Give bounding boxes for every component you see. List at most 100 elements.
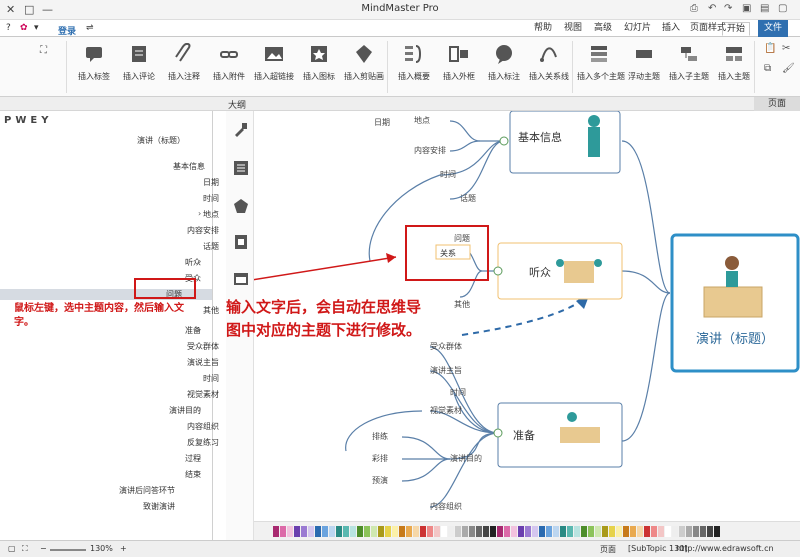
layout-icon[interactable]: ⛶ — [40, 45, 47, 56]
help-icon[interactable]: ? — [6, 23, 11, 33]
color-swatch[interactable] — [630, 526, 636, 537]
outline-item[interactable]: 视觉素材 — [187, 389, 219, 400]
page-panel-tab[interactable]: 页面 — [754, 97, 800, 111]
expand-chevron-icon[interactable]: › — [198, 209, 201, 218]
color-swatch[interactable] — [574, 526, 580, 537]
color-swatch[interactable] — [511, 526, 517, 537]
insert-subtopic-button[interactable]: 插入子主题 — [667, 43, 711, 93]
share-icon[interactable]: ⇌ — [86, 23, 94, 33]
color-swatch[interactable] — [651, 526, 657, 537]
color-swatch[interactable] — [686, 526, 692, 537]
color-swatch[interactable] — [637, 526, 643, 537]
outline-item[interactable]: 时间 — [203, 193, 219, 204]
expand-chevron-icon[interactable]: › — [198, 161, 201, 170]
color-swatch[interactable] — [693, 526, 699, 537]
color-swatch[interactable] — [700, 526, 706, 537]
insert-note-button[interactable]: 插入注释 — [162, 43, 206, 93]
insert-multiple-topics-button[interactable]: 插入多个主题 — [577, 43, 625, 93]
insert-boundary-button[interactable]: 插入外框 — [437, 43, 481, 93]
color-swatch[interactable] — [357, 526, 363, 537]
outline-item[interactable]: 地点 — [203, 209, 219, 220]
insert-callout-button[interactable]: 插入标注 — [482, 43, 526, 93]
expand-chevron-icon[interactable]: › — [198, 325, 201, 334]
color-swatch[interactable] — [392, 526, 398, 537]
login-link[interactable]: 登录 — [58, 24, 76, 37]
tab-page-style[interactable]: 页面样式 — [686, 22, 730, 36]
color-swatch[interactable] — [707, 526, 713, 537]
color-swatch[interactable] — [623, 526, 629, 537]
color-swatch[interactable] — [602, 526, 608, 537]
expand-chevron-icon[interactable]: › — [198, 469, 201, 478]
outline-item[interactable]: 时间 — [203, 373, 219, 384]
color-swatch[interactable] — [406, 526, 412, 537]
color-swatch[interactable] — [679, 526, 685, 537]
outline-item[interactable]: 其他 — [203, 305, 219, 316]
palette-swatches[interactable] — [254, 522, 800, 541]
zoom-in-icon[interactable]: + — [120, 544, 127, 553]
color-swatch[interactable] — [595, 526, 601, 537]
outline-item[interactable]: 话题 — [203, 241, 219, 252]
color-swatch[interactable] — [434, 526, 440, 537]
color-swatch[interactable] — [315, 526, 321, 537]
color-swatch[interactable] — [329, 526, 335, 537]
color-swatch[interactable] — [525, 526, 531, 537]
color-swatch[interactable] — [518, 526, 524, 537]
color-swatch[interactable] — [616, 526, 622, 537]
outline-item[interactable]: 演讲后问答环节 — [119, 485, 175, 496]
expand-chevron-icon[interactable]: › — [198, 405, 201, 414]
insert-icon-button[interactable]: 插入图标 — [297, 43, 341, 93]
tab-advanced[interactable]: 高级 — [590, 22, 616, 36]
color-swatch[interactable] — [714, 526, 720, 537]
expand-chevron-icon[interactable]: › — [198, 453, 201, 462]
outline-item[interactable]: 内容安排 — [187, 225, 219, 236]
floating-topic-button[interactable]: 浮动主题 — [622, 43, 666, 93]
fit-page-icon[interactable]: ▢ — [8, 544, 16, 553]
color-swatch[interactable] — [588, 526, 594, 537]
color-swatch[interactable] — [539, 526, 545, 537]
color-swatch[interactable] — [350, 526, 356, 537]
print-icon[interactable]: ⎙ — [690, 3, 698, 14]
color-swatch[interactable] — [665, 526, 671, 537]
color-swatch[interactable] — [546, 526, 552, 537]
outline-item[interactable]: 日期 — [203, 177, 219, 188]
color-swatch[interactable] — [371, 526, 377, 537]
cut-icon[interactable]: ✂ — [782, 43, 790, 54]
tab-file[interactable]: 文件 — [758, 20, 789, 37]
color-swatch[interactable] — [581, 526, 587, 537]
copy-icon[interactable]: ⧉ — [764, 63, 771, 74]
outline-item[interactable]: 内容组织 — [187, 421, 219, 432]
color-swatch[interactable] — [273, 526, 279, 537]
redo-icon[interactable]: ↷ — [724, 3, 732, 14]
color-swatch[interactable] — [497, 526, 503, 537]
format-painter-icon[interactable]: 🖌 — [782, 63, 795, 74]
color-swatch[interactable] — [287, 526, 293, 537]
color-swatch[interactable] — [504, 526, 510, 537]
color-swatch[interactable] — [560, 526, 566, 537]
color-swatch[interactable] — [567, 526, 573, 537]
color-swatch[interactable] — [294, 526, 300, 537]
tab-slides[interactable]: 幻灯片 — [620, 22, 655, 36]
color-swatch[interactable] — [441, 526, 447, 537]
color-swatch[interactable] — [532, 526, 538, 537]
insert-tag-button[interactable]: 插入标签 — [72, 43, 116, 93]
format-brush-icon[interactable] — [232, 121, 250, 139]
expand-chevron-icon[interactable]: › — [198, 257, 201, 266]
color-swatch[interactable] — [280, 526, 286, 537]
undo-icon[interactable]: ↶ — [708, 3, 716, 14]
pentagon-icon[interactable] — [232, 197, 250, 215]
status-url[interactable]: http://www.edrawsoft.cn — [676, 544, 774, 553]
open-icon[interactable]: ▤ — [760, 3, 769, 14]
color-swatch[interactable] — [399, 526, 405, 537]
insert-relationship-button[interactable]: 插入关系线 — [527, 43, 571, 93]
color-swatch[interactable] — [609, 526, 615, 537]
tab-insert[interactable]: 插入 — [658, 22, 684, 36]
theme-icon[interactable]: ✿ — [20, 23, 28, 33]
outline-item[interactable]: 演讲目的 — [169, 405, 201, 416]
settings-icon[interactable]: ▾ — [34, 23, 39, 33]
color-swatch[interactable] — [378, 526, 384, 537]
zoom-out-icon[interactable]: − — [40, 544, 47, 553]
color-swatch[interactable] — [672, 526, 678, 537]
new-icon[interactable]: ▢ — [778, 3, 787, 14]
tab-help[interactable]: 帮助 — [530, 22, 556, 36]
outline-item[interactable]: 受众群体 — [187, 341, 219, 352]
